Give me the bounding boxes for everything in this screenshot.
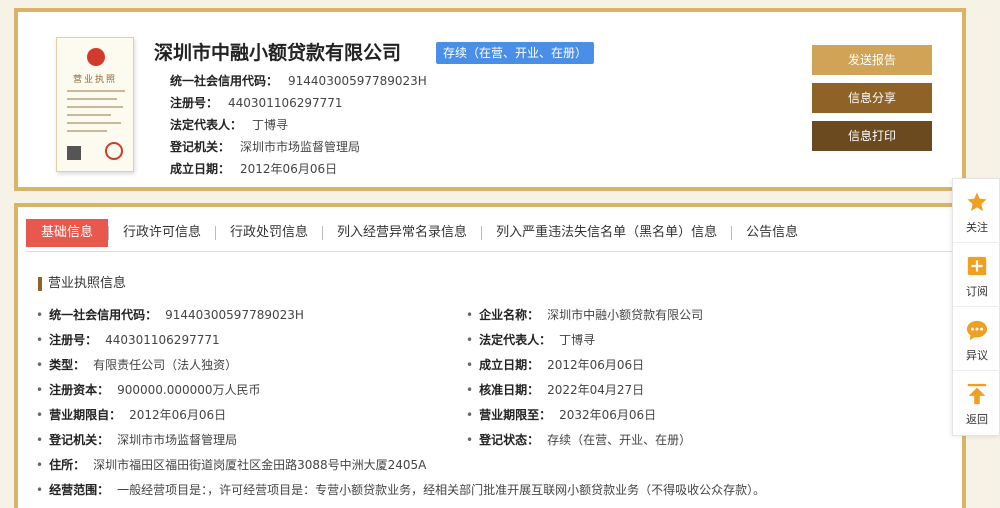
company-name: 深圳市中融小额贷款有限公司	[154, 42, 402, 64]
tab-basic-info[interactable]: 基础信息	[26, 219, 109, 247]
tab-bar: 基础信息 行政许可信息 行政处罚信息 列入经营异常名录信息 列入严重违法失信名单…	[26, 219, 812, 247]
objection-button[interactable]: 异议	[953, 307, 1000, 371]
summary-field-credit-code: 统一社会信用代码： 91440300597789023H	[170, 74, 427, 88]
side-toolbar: 关注 订阅 异议 返回	[952, 178, 1000, 436]
field-reg-no: • 注册号： 440301106297771	[36, 333, 220, 347]
business-license-image[interactable]: 营业执照	[56, 37, 134, 172]
section-title: 营业执照信息	[38, 277, 126, 291]
company-summary-card: 营业执照 深圳市中融小额贷款有限公司 存续（在营、开业、在册） 统一社会信用代码…	[14, 8, 966, 191]
details-card: 基础信息 行政许可信息 行政处罚信息 列入经营异常名录信息 列入严重违法失信名单…	[14, 203, 966, 508]
summary-field-reg-no: 注册号： 440301106297771	[170, 96, 343, 110]
back-top-icon	[967, 383, 987, 405]
field-type: • 类型： 有限责任公司（法人独资）	[36, 358, 238, 372]
summary-field-legal-rep: 法定代表人： 丁博寻	[170, 118, 289, 132]
field-founded: • 成立日期： 2012年06月06日	[466, 358, 645, 372]
status-badge: 存续（在营、开业、在册）	[436, 42, 595, 64]
summary-fields: 统一社会信用代码： 91440300597789023H 注册号： 44030110…	[170, 70, 427, 180]
field-address: • 住所： 深圳市福田区福田街道岗厦社区金田路3088号中洲大厦2405A	[36, 458, 427, 472]
tab-admin-license[interactable]: 行政许可信息	[109, 219, 215, 247]
back-to-top-button[interactable]: 返回	[953, 371, 1000, 435]
field-business-scope: • 经营范围： 一般经营项目是：，许可经营项目是：专营小额贷款业务，经相关部门批准开…	[36, 483, 766, 497]
tab-admin-penalty[interactable]: 行政处罚信息	[216, 219, 322, 247]
tab-blacklist[interactable]: 列入严重违法失信名单（黑名单）信息	[482, 219, 731, 247]
field-company-name: • 企业名称： 深圳市中融小额贷款有限公司	[466, 308, 704, 322]
field-credit-code: • 统一社会信用代码： 91440300597789023H	[36, 308, 304, 322]
national-emblem-icon	[87, 48, 105, 66]
tab-abnormal-list[interactable]: 列入经营异常名录信息	[323, 219, 481, 247]
field-legal-rep: • 法定代表人： 丁博寻	[466, 333, 596, 347]
subscribe-icon	[967, 256, 987, 276]
tab-announcements[interactable]: 公告信息	[732, 219, 812, 247]
license-image-title: 营业执照	[72, 75, 117, 85]
field-reg-capital: • 注册资本： 900000.000000万人民币	[36, 383, 261, 397]
star-icon	[967, 192, 987, 211]
comment-icon	[966, 320, 988, 341]
summary-field-founded: 成立日期： 2012年06月06日	[170, 162, 338, 176]
send-report-button[interactable]: 发送报告	[812, 45, 932, 75]
field-reg-status: • 登记状态： 存续（在营、开业、在册）	[466, 433, 692, 447]
subscribe-button[interactable]: 订阅	[953, 243, 1000, 307]
tab-underline	[26, 251, 954, 252]
field-term-to: • 营业期限至： 2032年06月06日	[466, 408, 657, 422]
share-info-button[interactable]: 信息分享	[812, 83, 932, 113]
follow-button[interactable]: 关注	[953, 179, 1000, 243]
print-info-button[interactable]: 信息打印	[812, 121, 932, 151]
qr-code-icon	[67, 146, 81, 160]
field-authority: • 登记机关： 深圳市市场监督管理局	[36, 433, 238, 447]
field-approved: • 核准日期： 2022年04月27日	[466, 383, 645, 397]
summary-field-authority: 登记机关： 深圳市市场监督管理局	[170, 140, 361, 154]
official-seal-icon	[105, 142, 123, 160]
field-term-from: • 营业期限自： 2012年06月06日	[36, 408, 227, 422]
